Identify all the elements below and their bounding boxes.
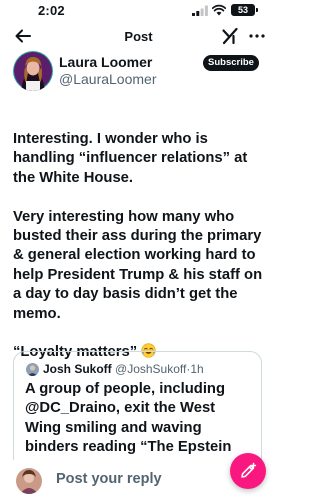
cellular-signal-icon	[192, 5, 208, 16]
status-bar: 2:02 53	[0, 0, 277, 20]
quoted-post-time: 1h	[190, 362, 204, 376]
status-time: 2:02	[38, 3, 65, 18]
reply-input[interactable]: Post your reply	[56, 471, 162, 487]
quoted-post-header: Josh Sukoff @JoshSukoff·1h	[43, 362, 204, 376]
compose-pen-icon	[241, 462, 257, 478]
post-detail-screen: 2:02 53 Post Laura Loomer @LauraLoomer S…	[0, 0, 277, 500]
nav-bar: Post	[0, 22, 277, 50]
more-options-icon[interactable]	[248, 27, 266, 45]
wifi-icon	[212, 4, 226, 16]
subscribe-button[interactable]: Subscribe	[203, 55, 259, 71]
quoted-author-name: Josh Sukoff	[43, 362, 112, 376]
author-handle[interactable]: @LauraLoomer	[59, 71, 157, 87]
post-text: Interesting. I wonder who is handling “i…	[13, 130, 271, 363]
author-name[interactable]: Laura Loomer	[59, 54, 152, 70]
quoted-author-avatar[interactable]	[26, 363, 39, 376]
battery-level: 53	[237, 5, 248, 15]
post-paragraph: Very interesting how many who busted the…	[13, 208, 263, 322]
battery-tip	[256, 8, 258, 12]
post-paragraph: Interesting. I wonder who is handling “i…	[13, 131, 248, 186]
current-user-avatar	[16, 468, 42, 494]
quoted-author-handle: @JoshSukoff	[115, 362, 187, 376]
grok-icon[interactable]	[221, 27, 239, 45]
battery-icon: 53	[231, 4, 255, 16]
compose-button[interactable]	[230, 453, 266, 489]
author-avatar[interactable]	[13, 51, 53, 91]
